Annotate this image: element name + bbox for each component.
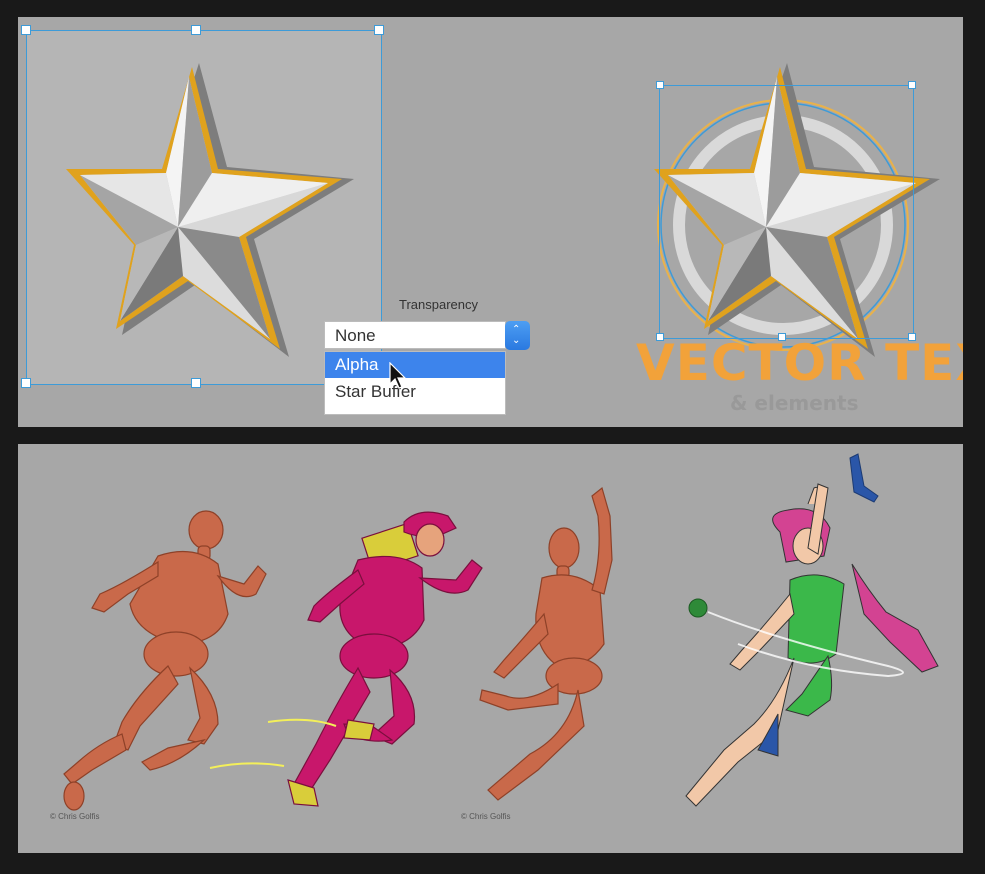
resize-handle-bottom-center[interactable] <box>191 378 201 388</box>
right-star-selection[interactable] <box>659 85 914 339</box>
transparency-select[interactable]: None <box>324 321 506 349</box>
right-handle-top-left[interactable] <box>656 81 664 89</box>
superhero-runner-figure <box>287 511 483 807</box>
artist-credit-left: © Chris Golfis <box>50 812 100 821</box>
menu-item-alpha[interactable]: Alpha <box>325 352 505 378</box>
left-star-graphic[interactable] <box>66 63 354 357</box>
resize-handle-top-left[interactable] <box>21 25 31 35</box>
vector-text-logo: VECTOR TEXT <box>636 334 963 392</box>
up-down-chevron-icon[interactable]: ⌃ ⌄ <box>505 321 530 350</box>
bottom-artboard: © Chris Golfis © Chris Golfis <box>18 444 963 853</box>
transparency-select-value: None <box>335 326 376 345</box>
menu-item-star-buffer[interactable]: Star Buffer <box>325 379 505 405</box>
mannequin-jumper-figure <box>479 486 613 801</box>
artist-credit-center: © Chris Golfis <box>461 812 511 821</box>
resize-handle-bottom-left[interactable] <box>21 378 31 388</box>
figure-artwork-layer <box>63 453 939 811</box>
right-handle-top-right[interactable] <box>908 81 916 89</box>
blue-boomerang <box>849 453 879 503</box>
sporty-girl-figure <box>685 483 939 807</box>
resize-handle-top-right[interactable] <box>374 25 384 35</box>
top-artboard: Transparency None ⌃ ⌄ Alpha Star Buffer … <box>18 17 963 427</box>
transparency-label: Transparency <box>399 297 478 312</box>
resize-handle-top-center[interactable] <box>191 25 201 35</box>
green-ball <box>688 598 708 618</box>
vector-text-subtitle: & elements <box>730 391 859 415</box>
transparency-dropdown-menu: Alpha Star Buffer <box>324 351 506 415</box>
arrow-cursor-icon <box>389 362 407 389</box>
